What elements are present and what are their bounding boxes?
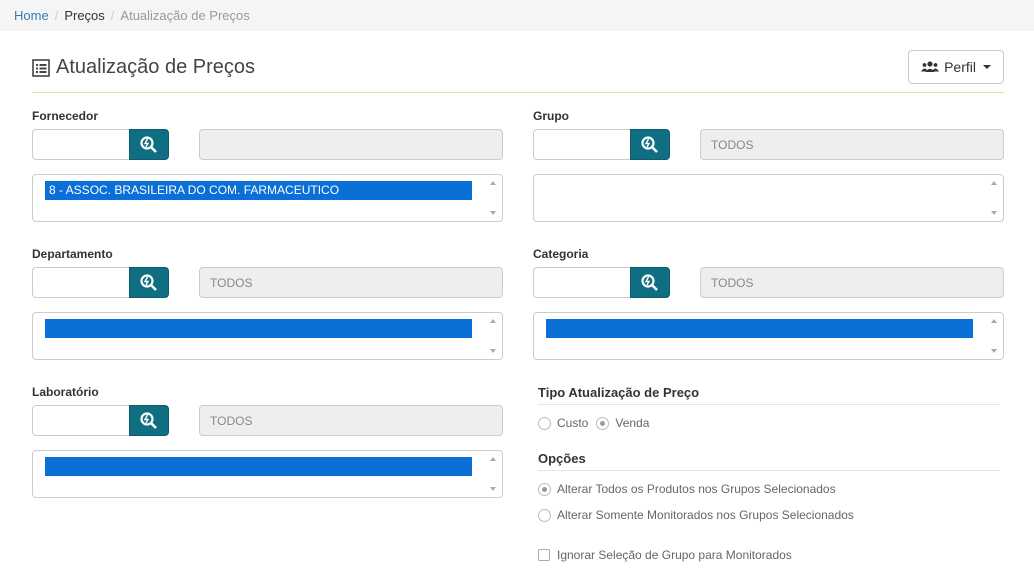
breadcrumb-current: Atualização de Preços <box>120 8 250 23</box>
scrollbar[interactable] <box>488 454 498 494</box>
radio-button-checked[interactable] <box>538 482 551 496</box>
departamento-label: Departamento <box>32 247 113 261</box>
checkbox[interactable] <box>538 549 550 561</box>
grupo-label: Grupo <box>533 109 569 123</box>
scroll-up-icon[interactable] <box>490 319 496 323</box>
departamento-field: Departamento <box>32 247 503 360</box>
scrollbar[interactable] <box>989 316 999 356</box>
grupo-search-button[interactable] <box>630 129 670 160</box>
page-title-text: Atualização de Preços <box>56 56 256 78</box>
categoria-field: Categoria <box>533 247 1004 360</box>
radio-alterar-todos[interactable]: Alterar Todos os Produtos nos Grupos Sel… <box>538 480 1000 498</box>
scrollbar[interactable] <box>989 178 999 218</box>
search-icon <box>140 411 157 429</box>
laboratorio-label: Laboratório <box>32 385 99 399</box>
radio-custo[interactable]: Custo <box>538 414 588 432</box>
categoria-description-field <box>700 267 1004 298</box>
radio-alterar-todos-label: Alterar Todos os Produtos nos Grupos Sel… <box>557 482 836 496</box>
grupo-description-field <box>700 129 1004 160</box>
categoria-code-input[interactable] <box>533 267 631 298</box>
grupo-listbox[interactable] <box>533 174 1004 222</box>
scroll-up-icon[interactable] <box>490 181 496 185</box>
page-title: Atualização de Preços <box>32 56 255 79</box>
search-icon <box>641 273 658 291</box>
search-icon <box>641 135 658 153</box>
laboratorio-field: Laboratório <box>32 385 503 498</box>
radio-custo-label: Custo <box>557 416 589 430</box>
grupo-code-input[interactable] <box>533 129 631 160</box>
search-icon <box>140 135 157 153</box>
list-icon <box>32 58 50 77</box>
checkbox-ignorar-selecao[interactable]: Ignorar Seleção de Grupo para Monitorado… <box>538 546 1000 564</box>
breadcrumb: Home / Preços / Atualização de Preços <box>0 0 1034 31</box>
scroll-down-icon[interactable] <box>991 211 997 215</box>
tipo-atualizacao-title: Tipo Atualização de Preço <box>538 385 1000 405</box>
users-icon <box>921 61 940 72</box>
scroll-down-icon[interactable] <box>991 349 997 353</box>
laboratorio-description-field <box>199 405 503 436</box>
perfil-button[interactable]: Perfil <box>908 50 1004 84</box>
scrollbar[interactable] <box>488 178 498 218</box>
departamento-listbox[interactable] <box>32 312 503 360</box>
categoria-label: Categoria <box>533 247 589 261</box>
checkbox-ignorar-selecao-label: Ignorar Seleção de Grupo para Monitorado… <box>557 548 792 562</box>
radio-venda-label: Venda <box>615 416 650 430</box>
opcoes-section: Opções Alterar Todos os Produtos nos Gru… <box>538 451 1000 564</box>
fornecedor-field: Fornecedor 8 - ASSOC. BRASILEIRA DO COM.… <box>32 109 503 222</box>
radio-button[interactable] <box>538 508 551 522</box>
tipo-atualizacao-section: Tipo Atualização de Preço Custo Venda <box>538 385 1000 432</box>
fornecedor-description-field <box>199 129 503 160</box>
laboratorio-listbox[interactable] <box>32 450 503 498</box>
breadcrumb-separator: / <box>110 8 115 23</box>
departamento-code-input[interactable] <box>32 267 130 298</box>
page-header: Atualização de Preços Perfil <box>32 50 1004 93</box>
radio-alterar-monitorados[interactable]: Alterar Somente Monitorados nos Grupos S… <box>538 506 1000 524</box>
scroll-up-icon[interactable] <box>991 319 997 323</box>
fornecedor-label: Fornecedor <box>32 109 99 123</box>
scrollbar[interactable] <box>488 316 498 356</box>
fornecedor-code-input[interactable] <box>32 129 130 160</box>
list-option-selected[interactable]: 8 - ASSOC. BRASILEIRA DO COM. FARMACEUTI… <box>45 181 472 200</box>
laboratorio-code-input[interactable] <box>32 405 130 436</box>
radio-alterar-monitorados-label: Alterar Somente Monitorados nos Grupos S… <box>557 508 854 522</box>
breadcrumb-separator: / <box>54 8 59 23</box>
departamento-description-field <box>199 267 503 298</box>
fornecedor-listbox[interactable]: 8 - ASSOC. BRASILEIRA DO COM. FARMACEUTI… <box>32 174 503 222</box>
laboratorio-search-button[interactable] <box>129 405 169 436</box>
fornecedor-search-button[interactable] <box>129 129 169 160</box>
scroll-down-icon[interactable] <box>490 487 496 491</box>
scroll-down-icon[interactable] <box>490 349 496 353</box>
search-icon <box>140 273 157 291</box>
perfil-label: Perfil <box>944 59 976 75</box>
list-option-selected[interactable] <box>45 457 472 476</box>
radio-venda[interactable]: Venda <box>596 414 649 432</box>
caret-down-icon <box>983 65 991 69</box>
opcoes-title: Opções <box>538 451 1000 471</box>
list-option-selected[interactable] <box>546 319 973 338</box>
radio-button[interactable] <box>538 416 551 430</box>
grupo-field: Grupo <box>533 109 1004 222</box>
departamento-search-button[interactable] <box>129 267 169 298</box>
scroll-down-icon[interactable] <box>490 211 496 215</box>
categoria-listbox[interactable] <box>533 312 1004 360</box>
scroll-up-icon[interactable] <box>490 457 496 461</box>
list-option-selected[interactable] <box>45 319 472 338</box>
breadcrumb-precos[interactable]: Preços <box>64 8 104 23</box>
categoria-search-button[interactable] <box>630 267 670 298</box>
breadcrumb-home[interactable]: Home <box>14 8 49 23</box>
radio-button-checked[interactable] <box>596 416 610 430</box>
scroll-up-icon[interactable] <box>991 181 997 185</box>
